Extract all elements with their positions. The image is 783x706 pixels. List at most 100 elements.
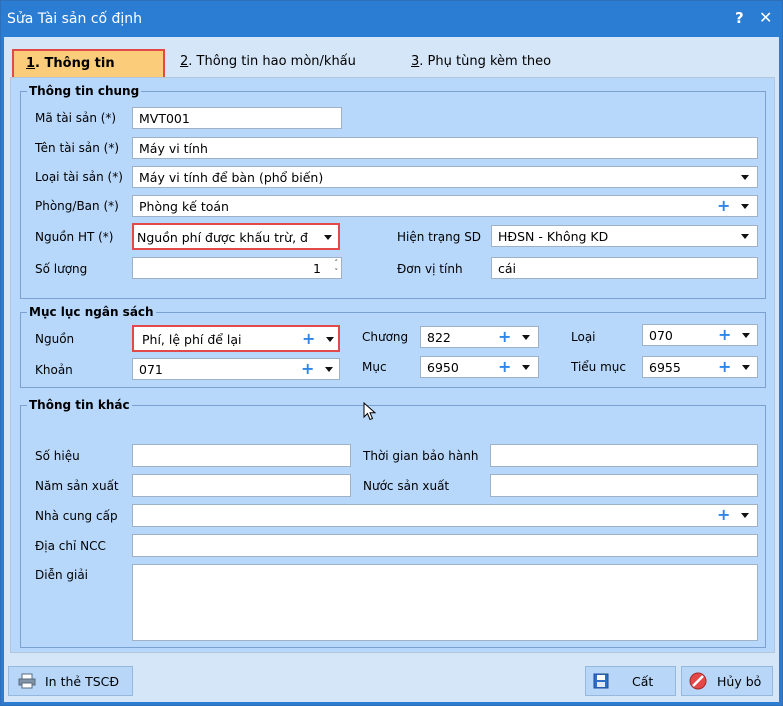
subsection-value: 6955	[649, 360, 681, 375]
tab-panel: Thông tin chung Mã tài sản (*) MVT001 Tê…	[10, 77, 775, 653]
print-card-label: In thẻ TSCĐ	[45, 674, 120, 689]
quantity-stepper[interactable]: 1 ˄ ˅	[132, 257, 342, 279]
tab-general-num: 1	[26, 56, 36, 71]
supplier-address-label: Địa chỉ NCC	[35, 539, 106, 553]
serial-input[interactable]	[132, 444, 351, 467]
chevron-down-icon[interactable]	[741, 513, 749, 518]
add-supplier-icon[interactable]: +	[717, 506, 730, 524]
asset-type-select[interactable]: Máy vi tính để bàn (phổ biến)	[132, 166, 758, 188]
print-card-button[interactable]: In thẻ TSCĐ	[8, 666, 133, 696]
dialog-body: 1. Thông tin chung 2. Thông tin hao mòn/…	[4, 37, 779, 702]
add-department-icon[interactable]: +	[717, 197, 730, 215]
country-label: Nước sản xuất	[363, 479, 450, 493]
chevron-down-icon[interactable]	[742, 333, 750, 338]
floppy-disk-icon	[593, 673, 609, 689]
asset-name-label: Tên tài sản (*)	[35, 141, 120, 155]
save-label: Cất	[632, 674, 654, 689]
add-budget-source-icon[interactable]: +	[302, 330, 315, 348]
cancel-label: Hủy bỏ	[717, 674, 762, 689]
status-select[interactable]: HĐSN - Không KD	[491, 225, 758, 247]
quantity-value: 1	[313, 261, 321, 276]
asset-code-input[interactable]: MVT001	[132, 107, 342, 129]
budget-source-select[interactable]: Phí, lệ phí để lại +	[132, 325, 340, 352]
year-label: Năm sản xuất	[35, 479, 119, 493]
warranty-label: Thời gian bảo hành	[363, 449, 479, 463]
dialog-window: Sửa Tài sản cố định ? ✕ 1. Thông tin chu…	[0, 0, 783, 706]
asset-type-label: Loại tài sản (*)	[35, 170, 123, 184]
general-legend: Thông tin chung	[29, 84, 140, 98]
printer-icon	[18, 673, 36, 689]
chapter-select[interactable]: 822 +	[420, 326, 539, 348]
subsection-select[interactable]: 6955 +	[642, 356, 758, 378]
year-input[interactable]	[132, 474, 351, 497]
status-label: Hiện trạng SD	[397, 230, 482, 244]
window-title: Sửa Tài sản cố định	[7, 11, 143, 27]
item-label: Khoản	[35, 363, 73, 377]
asset-name-value: Máy vi tính	[139, 141, 208, 156]
add-subsection-icon[interactable]: +	[718, 358, 731, 376]
add-section-icon[interactable]: +	[498, 358, 511, 376]
tab-accessories-label: . Phụ tùng kèm theo	[419, 54, 552, 69]
source-label: Nguồn HT (*)	[35, 230, 114, 244]
budget-legend: Mục lục ngân sách	[29, 305, 154, 319]
section-value: 6950	[427, 360, 459, 375]
close-icon[interactable]: ✕	[759, 8, 772, 27]
help-icon[interactable]: ?	[735, 9, 744, 27]
save-button[interactable]: Cất	[585, 666, 676, 696]
tab-depreciation[interactable]: 2. Thông tin hao mòn/khấu hao	[180, 49, 380, 95]
budget-source-value: Phí, lệ phí để lại	[142, 332, 242, 347]
category-label: Loại	[571, 330, 596, 344]
category-select[interactable]: 070 +	[642, 324, 758, 346]
description-label: Diễn giải	[35, 568, 89, 582]
item-value: 071	[139, 362, 163, 377]
spin-arrows-icon[interactable]: ˄ ˅	[335, 259, 339, 277]
chevron-down-icon[interactable]	[325, 367, 333, 372]
source-select[interactable]: Nguồn phí được khấu trừ, đ	[132, 223, 340, 250]
warranty-input[interactable]	[490, 444, 758, 467]
category-value: 070	[649, 328, 673, 343]
department-label: Phòng/Ban (*)	[35, 199, 119, 213]
cancel-icon	[689, 672, 707, 690]
spin-up-icon[interactable]: ˄	[335, 259, 339, 267]
source-value: Nguồn phí được khấu trừ, đ	[137, 230, 308, 245]
subsection-label: Tiểu mục	[571, 360, 626, 374]
chevron-down-icon[interactable]	[522, 335, 530, 340]
chevron-down-icon[interactable]	[522, 365, 530, 370]
tab-general[interactable]: 1. Thông tin chung	[12, 49, 165, 97]
title-bar: Sửa Tài sản cố định ? ✕	[1, 1, 782, 37]
tab-accessories[interactable]: 3. Phụ tùng kèm theo	[411, 49, 561, 75]
supplier-label: Nhà cung cấp	[35, 509, 118, 523]
chapter-label: Chương	[362, 330, 409, 344]
add-chapter-icon[interactable]: +	[498, 328, 511, 346]
mouse-cursor-icon	[363, 402, 377, 421]
item-select[interactable]: 071 +	[132, 358, 340, 380]
cancel-button[interactable]: Hủy bỏ	[681, 666, 773, 696]
unit-input[interactable]: cái	[491, 257, 758, 279]
country-input[interactable]	[490, 474, 758, 497]
asset-name-input[interactable]: Máy vi tính	[132, 137, 758, 159]
description-textarea[interactable]	[132, 564, 758, 641]
chevron-down-icon[interactable]	[324, 235, 332, 240]
asset-type-value: Máy vi tính để bàn (phổ biến)	[139, 170, 324, 185]
chevron-down-icon[interactable]	[742, 365, 750, 370]
button-bar: In thẻ TSCĐ Cất Hủy bỏ	[4, 655, 779, 702]
chapter-value: 822	[427, 330, 451, 345]
asset-code-label: Mã tài sản (*)	[35, 111, 117, 125]
chevron-down-icon[interactable]	[741, 234, 749, 239]
section-select[interactable]: 6950 +	[420, 356, 539, 378]
supplier-select[interactable]: +	[132, 504, 758, 527]
department-select[interactable]: Phòng kế toán +	[132, 195, 758, 217]
other-legend: Thông tin khác	[29, 398, 130, 412]
chevron-down-icon[interactable]	[326, 337, 334, 342]
asset-code-value: MVT001	[139, 111, 190, 126]
chevron-down-icon[interactable]	[741, 204, 749, 209]
add-category-icon[interactable]: +	[718, 326, 731, 344]
section-label: Mục	[362, 360, 387, 374]
unit-label: Đơn vị tính	[397, 262, 463, 276]
budget-source-label: Nguồn	[35, 332, 75, 346]
supplier-address-input[interactable]	[132, 534, 758, 557]
chevron-down-icon[interactable]	[741, 175, 749, 180]
spin-down-icon[interactable]: ˅	[335, 268, 339, 276]
unit-value: cái	[498, 261, 517, 276]
add-item-icon[interactable]: +	[301, 360, 314, 378]
